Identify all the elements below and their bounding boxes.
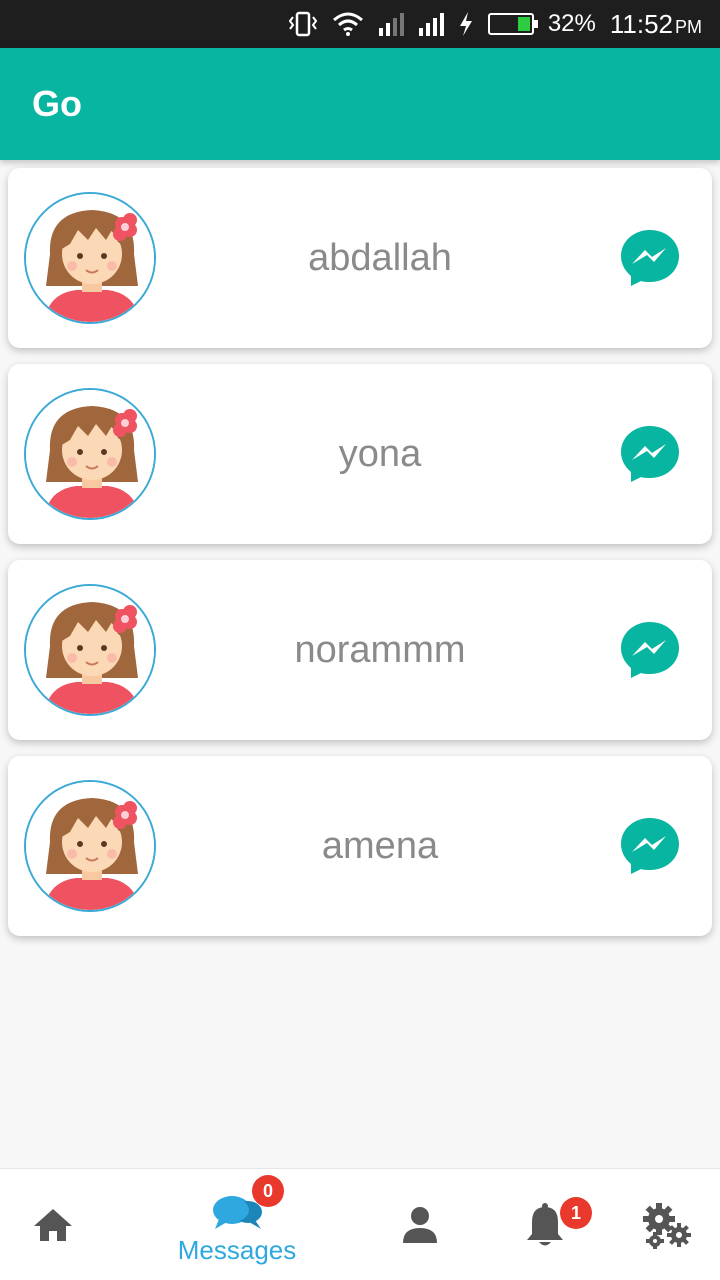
- avatar: [24, 192, 156, 324]
- nav-settings[interactable]: [640, 1169, 694, 1280]
- nav-messages-label: Messages: [177, 1234, 297, 1265]
- signal-icon: [378, 13, 404, 36]
- battery-percent: 32%: [547, 10, 596, 37]
- charging-icon: [459, 12, 472, 36]
- app-bar: Go: [0, 48, 720, 160]
- list-item[interactable]: norammm: [8, 560, 712, 740]
- contact-list: abdallah yona norammm amena: [8, 168, 712, 952]
- vibrate-icon: [288, 11, 318, 37]
- bottom-nav: Messages 0 1: [0, 1168, 720, 1280]
- gears-icon: [643, 1203, 691, 1249]
- messenger-icon[interactable]: [618, 618, 682, 682]
- contact-name: norammm: [294, 628, 466, 671]
- avatar: [24, 780, 156, 912]
- page-title: Go: [32, 83, 82, 124]
- battery-icon: [487, 13, 538, 35]
- nav-messages[interactable]: Messages 0: [160, 1169, 314, 1280]
- person-icon: [403, 1207, 437, 1243]
- messenger-icon[interactable]: [618, 814, 682, 878]
- contact-name: amena: [321, 824, 439, 867]
- nav-notifications[interactable]: 1: [520, 1169, 592, 1280]
- list-item[interactable]: yona: [8, 364, 712, 544]
- avatar: [24, 388, 156, 520]
- status-bar: 32% 11:52 PM: [0, 0, 720, 48]
- list-item[interactable]: abdallah: [8, 168, 712, 348]
- nav-profile[interactable]: [398, 1169, 442, 1280]
- nav-home[interactable]: [22, 1169, 84, 1280]
- clock: 11:52 PM: [609, 8, 702, 39]
- signal-icon: [418, 13, 444, 36]
- avatar: [24, 584, 156, 716]
- notifications-badge: 1: [560, 1197, 592, 1229]
- messages-badge: 0: [252, 1175, 284, 1207]
- home-icon: [34, 1209, 72, 1241]
- messenger-icon[interactable]: [618, 226, 682, 290]
- contact-name: abdallah: [308, 236, 452, 279]
- wifi-icon: [332, 12, 363, 36]
- list-item[interactable]: amena: [8, 756, 712, 936]
- contact-name: yona: [338, 432, 422, 475]
- messenger-icon[interactable]: [618, 422, 682, 486]
